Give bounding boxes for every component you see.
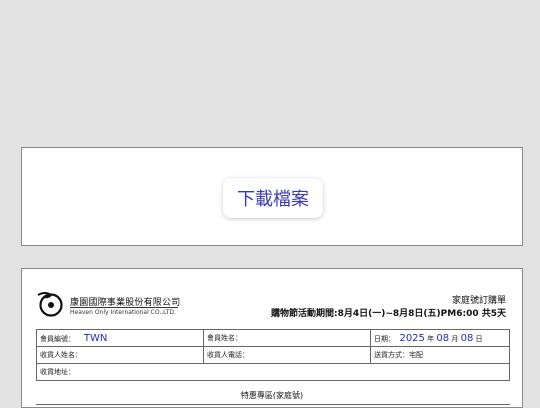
promotion-period: 購物節活動期間:8月4日(一)~8月8日(五)PM6:00 共5天 — [271, 309, 506, 319]
date-label: 日期： — [374, 334, 395, 343]
address-cell: 收貨地址： — [36, 363, 510, 381]
member-id-label: 會員編號： — [40, 334, 75, 343]
date-day: 08 — [460, 332, 474, 344]
company-name-en: Heaven Only International CO.,LTD. — [70, 309, 176, 316]
download-panel: 下載檔案 — [21, 147, 523, 246]
date-month: 08 — [436, 332, 450, 344]
date-cell: 日期： 2025 年 08 月 08 日 — [370, 329, 510, 347]
member-name-cell: 會員姓名： — [203, 329, 371, 347]
recipient-phone-label: 收貨人電話： — [207, 351, 249, 359]
order-info-table: 會員編號： TWN 會員姓名： 日期： 2025 年 08 月 08 日 收貨人… — [36, 329, 510, 381]
recipient-name-label: 收貨人姓名： — [40, 351, 82, 359]
date-year: 2025 — [399, 332, 425, 344]
address-label: 收貨地址： — [40, 368, 75, 376]
year-unit: 年 — [427, 334, 435, 343]
member-id-cell: 會員編號： TWN — [36, 329, 204, 347]
member-id-value: TWN — [83, 332, 108, 344]
recipient-phone-cell: 收貨人電話： — [203, 346, 371, 364]
day-unit: 日 — [475, 334, 483, 343]
table-row: 會員編號： TWN 會員姓名： 日期： 2025 年 08 月 08 日 — [36, 329, 510, 347]
recipient-name-cell: 收貨人姓名： — [36, 346, 204, 364]
form-title: 家庭號訂購單 — [451, 296, 506, 306]
company-divider — [70, 307, 178, 308]
download-file-button[interactable]: 下載檔案 — [223, 178, 323, 218]
section-title: 特惠專區(家庭號) — [240, 391, 304, 400]
member-name-label: 會員姓名： — [207, 334, 242, 342]
delivery-method-label: 送貨方式：宅配 — [374, 351, 423, 359]
delivery-method-cell: 送貨方式：宅配 — [370, 346, 510, 364]
month-unit: 月 — [451, 334, 459, 343]
order-form-document: 康園國際事業股份有限公司 Heaven Only International C… — [21, 268, 523, 408]
table-row: 收貨地址： — [36, 363, 510, 381]
table-row: 收貨人姓名： 收貨人電話： 送貨方式：宅配 — [36, 346, 510, 364]
company-logo-icon — [37, 292, 63, 317]
